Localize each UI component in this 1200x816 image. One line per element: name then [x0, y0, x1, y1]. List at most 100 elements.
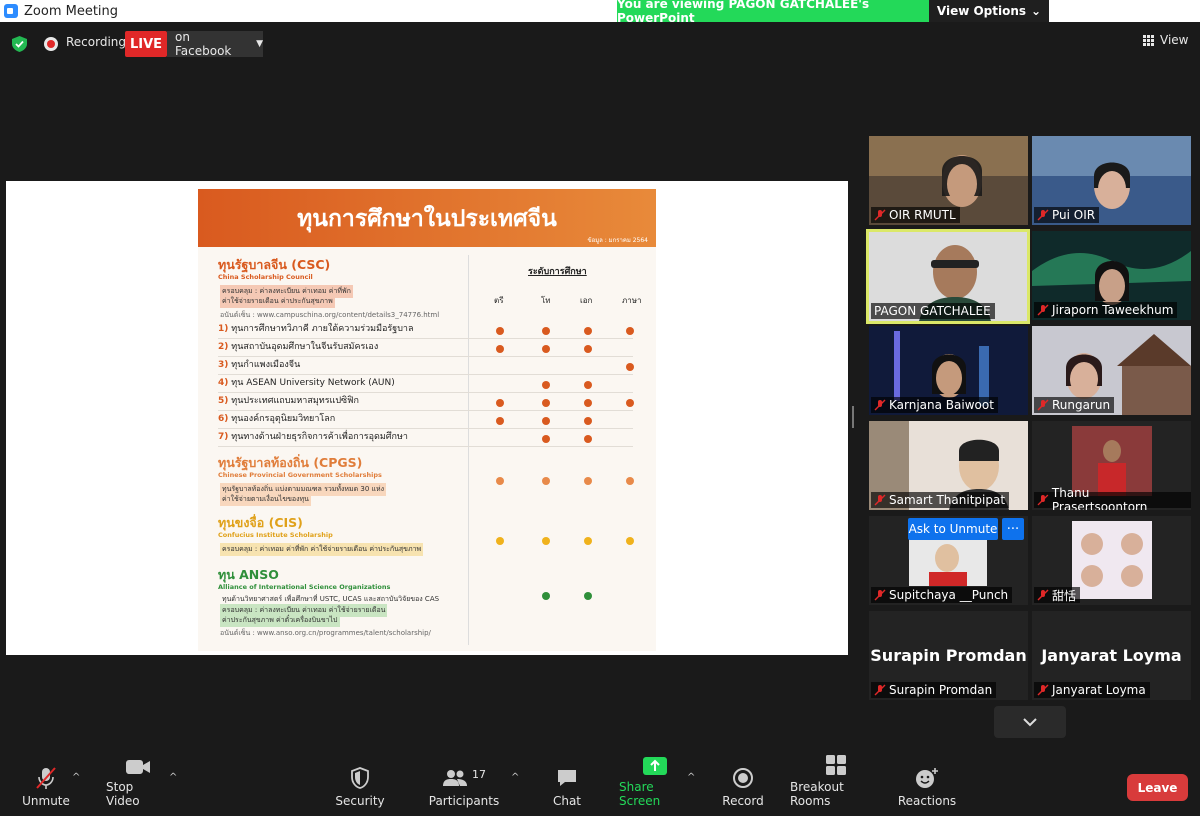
level-header: ระดับการศึกษา: [528, 267, 587, 277]
participant-tile[interactable]: OIR RMUTL: [869, 136, 1028, 225]
chevron-down-icon: ⌄: [1031, 4, 1042, 18]
participant-name-label: Samart Thanitpipat: [871, 492, 1010, 508]
share-screen-label: Share Screen: [619, 780, 661, 808]
participant-tile[interactable]: Jiraporn Taweekhum: [1032, 231, 1191, 320]
slide-title: ทุนการศึกษาในประเทศจีน: [297, 206, 557, 232]
stop-video-button[interactable]: Stop Video: [106, 760, 170, 816]
muted-mic-icon: [1037, 399, 1049, 411]
recording-icon: [44, 37, 58, 51]
recording-label[interactable]: Recording: [66, 35, 126, 49]
chat-button[interactable]: Chat: [546, 760, 588, 816]
chat-label: Chat: [552, 794, 582, 808]
level-dot: [542, 327, 550, 335]
level-dot: [626, 363, 634, 371]
muted-mic-icon: [1037, 684, 1049, 696]
anso-url: อนันต์เซ็น : www.anso.org.cn/programmes/…: [220, 629, 431, 637]
cpgs-cover-2: ค่าใช้จ่ายตามเงื่อนไขของทุน: [220, 493, 311, 506]
csc-row: 2) ทุนสถาบันอุดมศึกษาในจีนรับสมัครเอง: [218, 339, 633, 357]
level-dot: [542, 537, 550, 545]
participant-name-label: OIR RMUTL: [871, 207, 960, 223]
level-dot: [542, 381, 550, 389]
muted-mic-icon: [1037, 304, 1049, 316]
level-col-bachelor: ตรี: [494, 296, 504, 305]
live-on-facebook-dropdown[interactable]: on Facebook ▼: [167, 30, 263, 58]
participant-name-label: PAGON GATCHALEE: [871, 303, 995, 319]
participants-count: 17: [472, 767, 486, 781]
slide-source-note: ข้อมูล : มกราคม 2564: [587, 237, 649, 244]
participant-display-name: Janyarat Loyma: [1041, 646, 1182, 665]
on-facebook-label: on Facebook: [175, 30, 232, 58]
view-button[interactable]: View: [1143, 33, 1188, 47]
audio-options-caret-icon[interactable]: ^: [72, 772, 80, 783]
muted-mic-icon: [874, 494, 886, 506]
participant-name-label: Janyarat Loyma: [1034, 682, 1150, 698]
video-options-caret-icon[interactable]: ^: [169, 772, 177, 783]
level-dot: [584, 592, 592, 600]
participant-tile[interactable]: Surapin Promdan Surapin Promdan: [869, 611, 1028, 700]
record-button[interactable]: Record: [720, 760, 766, 816]
muted-mic-icon: [874, 399, 886, 411]
participant-name-label: Surapin Promdan: [871, 682, 997, 698]
powerpoint-slide: ทุนการศึกษาในประเทศจีน ข้อมูล : มกราคม 2…: [198, 189, 656, 651]
csc-title: ทุนรัฐบาลจีน (CSC): [218, 257, 331, 272]
level-dot: [496, 399, 504, 407]
window-title: Zoom Meeting: [24, 3, 119, 19]
view-options-button[interactable]: View Options ⌄: [929, 0, 1049, 22]
level-dot: [584, 435, 592, 443]
share-screen-button[interactable]: Share Screen: [619, 757, 691, 816]
chevron-down-icon: [1023, 718, 1037, 727]
level-col-master: โท: [541, 296, 551, 305]
muted-mic-icon: [874, 684, 886, 696]
breakout-rooms-icon: [826, 755, 846, 775]
level-dot: [584, 381, 592, 389]
csc-url: อนันต์เซ็น : www.campuschina.org/content…: [220, 311, 440, 319]
security-shield-icon: [351, 767, 369, 789]
muted-mic-icon: [1037, 209, 1049, 221]
breakout-rooms-button[interactable]: Breakout Rooms: [790, 755, 882, 816]
shared-screen: ทุนการศึกษาในประเทศจีน ข้อมูล : มกราคม 2…: [6, 181, 848, 655]
participant-name-label: Rungarun: [1034, 397, 1115, 413]
level-dot: [542, 435, 550, 443]
unmute-button[interactable]: Unmute: [18, 760, 74, 816]
share-screen-arrow-icon: [643, 757, 667, 775]
participant-tile[interactable]: Samart Thanitpipat: [869, 421, 1028, 510]
panel-resize-handle[interactable]: [852, 406, 854, 428]
cis-cover-1: ครอบคลุม : ค่าเทอม ค่าที่พัก ค่าใช้จ่ายร…: [220, 543, 424, 556]
participants-caret-icon[interactable]: ^: [511, 772, 519, 783]
participant-tile[interactable]: Rungarun: [1032, 326, 1191, 415]
level-col-language: ภาษา: [622, 296, 642, 305]
level-dot: [542, 399, 550, 407]
participant-tile[interactable]: Janyarat Loyma Janyarat Loyma: [1032, 611, 1191, 700]
more-options-button[interactable]: ···: [1002, 518, 1024, 540]
participants-button[interactable]: 17 Participants: [429, 760, 500, 816]
participant-tile[interactable]: 甜恬: [1032, 516, 1191, 605]
csc-subtitle: China Scholarship Council: [218, 273, 313, 281]
leave-button[interactable]: Leave: [1127, 774, 1188, 801]
ask-to-unmute-button[interactable]: Ask to Unmute: [908, 518, 998, 540]
stop-video-label: Stop Video: [106, 780, 140, 808]
encryption-shield-icon[interactable]: [12, 36, 27, 52]
level-dot: [584, 327, 592, 335]
participant-name-label: Thanu Prasertsoontorn: [1034, 486, 1191, 510]
muted-mic-icon: [874, 209, 886, 221]
chat-bubble-icon: [558, 770, 576, 786]
anso-subtitle: Alliance of International Science Organi…: [218, 583, 391, 591]
level-dot: [626, 327, 634, 335]
level-dot: [496, 537, 504, 545]
security-button[interactable]: Security: [334, 760, 386, 816]
participant-tile[interactable]: Karnjana Baiwoot: [869, 326, 1028, 415]
live-badge: LIVE: [125, 31, 167, 57]
level-dot: [496, 327, 504, 335]
cpgs-subtitle: Chinese Provincial Government Scholarshi…: [218, 471, 382, 479]
cis-title: ทุนขงจื่อ (CIS): [218, 515, 303, 530]
scroll-down-button[interactable]: [994, 706, 1066, 738]
reactions-button[interactable]: Reactions: [898, 760, 956, 816]
share-options-caret-icon[interactable]: ^: [687, 772, 695, 783]
participant-name-label: Karnjana Baiwoot: [871, 397, 998, 413]
caret-down-icon: ▼: [256, 39, 263, 49]
participant-tile[interactable]: Thanu Prasertsoontorn: [1032, 421, 1191, 510]
participant-tile-active-speaker[interactable]: PAGON GATCHALEE: [866, 229, 1030, 324]
csc-row: 6) ทุนองค์กรอุตุนิยมวิทยาโลก: [218, 411, 633, 429]
level-dot: [496, 345, 504, 353]
participant-tile[interactable]: Pui OIR: [1032, 136, 1191, 225]
